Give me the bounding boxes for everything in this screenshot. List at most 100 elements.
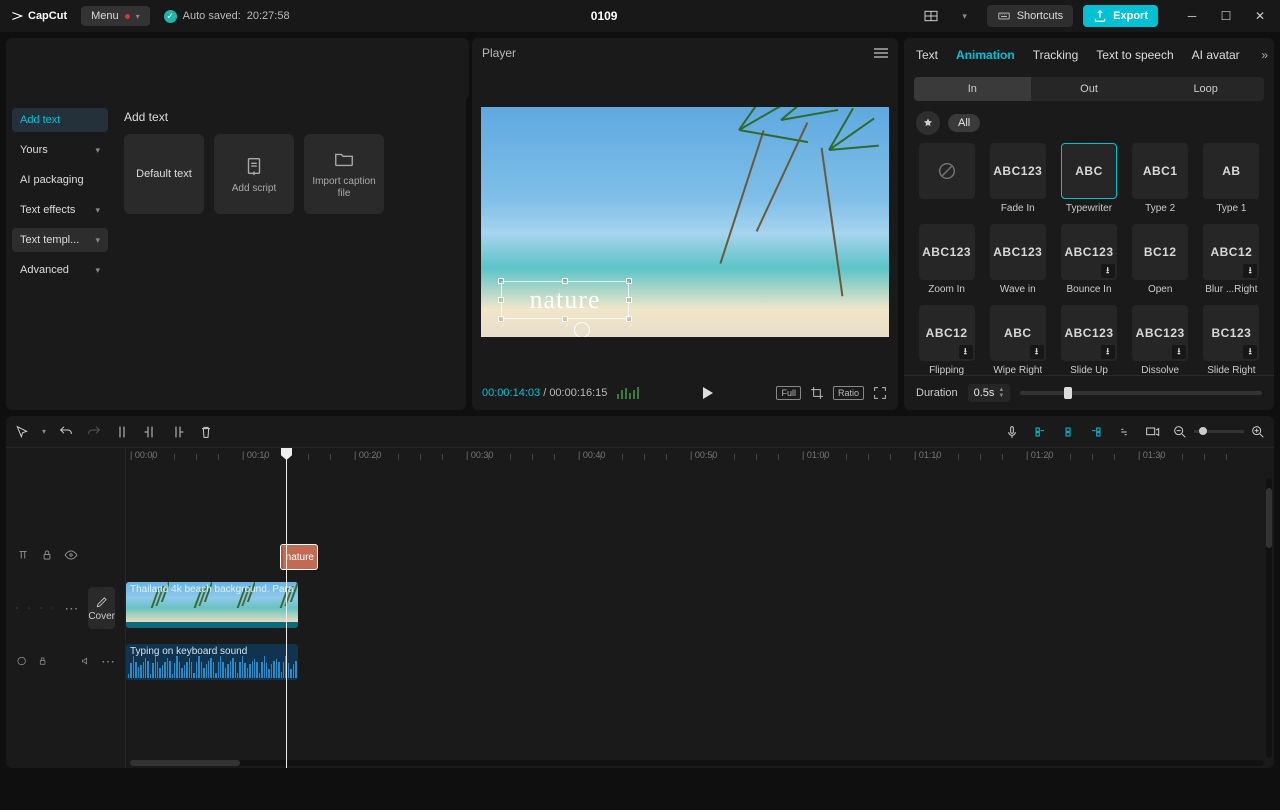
player-menu-icon[interactable]: [874, 48, 888, 58]
preset-thumb[interactable]: ABC1: [1132, 143, 1188, 199]
preset-thumb[interactable]: ABC12⭳: [919, 305, 975, 361]
chevron-down-icon[interactable]: ▾: [42, 427, 46, 436]
ratio-button[interactable]: Ratio: [833, 386, 864, 400]
sidenav-text-effects[interactable]: Text effects▾: [12, 198, 108, 222]
sidenav-add-text[interactable]: Add text: [12, 108, 108, 132]
split-left-icon[interactable]: [142, 424, 158, 440]
magnet-right-icon[interactable]: [1088, 424, 1104, 440]
duration-value[interactable]: 0.5s▲▼: [968, 384, 1011, 402]
preset-fade-in[interactable]: ABC123Fade In: [987, 143, 1048, 214]
lock-icon[interactable]: [37, 654, 48, 668]
preset-thumb[interactable]: ABC123⭳: [1061, 305, 1117, 361]
delete-icon[interactable]: [198, 424, 214, 440]
export-button[interactable]: Export: [1083, 5, 1158, 27]
preset-open[interactable]: BC12Open: [1130, 224, 1191, 295]
preset-wave-in[interactable]: ABC123Wave in: [987, 224, 1048, 295]
rotate-handle-icon[interactable]: [574, 322, 590, 337]
play-button[interactable]: [703, 387, 713, 399]
audio-lane[interactable]: Typing on keyboard sound: [126, 638, 1274, 684]
preset-thumb[interactable]: ABC123: [919, 224, 975, 280]
duration-slider[interactable]: [1020, 391, 1262, 395]
preset-thumb[interactable]: ABC12⭳: [1203, 224, 1259, 280]
itab-animation[interactable]: Animation: [956, 48, 1015, 62]
seg-in[interactable]: In: [914, 77, 1031, 101]
preset-flipping[interactable]: ABC12⭳Flipping: [916, 305, 977, 375]
timeline-tracks[interactable]: | 00:00| 00:10| 00:20| 00:30| 00:40| 00:…: [126, 448, 1274, 768]
preset-zoom-in[interactable]: ABC123Zoom In: [916, 224, 977, 295]
lock-icon[interactable]: [28, 601, 30, 615]
lock-icon[interactable]: [40, 548, 54, 562]
audio-clip[interactable]: Typing on keyboard sound: [126, 644, 298, 680]
cover-button[interactable]: Cover: [88, 587, 115, 629]
shortcuts-button[interactable]: Shortcuts: [987, 5, 1073, 27]
preset-thumb[interactable]: ABC⭳: [990, 305, 1046, 361]
link-track-icon[interactable]: [1116, 424, 1132, 440]
video-lane[interactable]: Thailand 4k beach background. Para: [126, 578, 1274, 638]
download-icon[interactable]: ⭳: [1243, 264, 1257, 278]
zoom-in-icon[interactable]: [1250, 424, 1266, 440]
itab-tts[interactable]: Text to speech: [1096, 48, 1173, 62]
favorites-filter[interactable]: [916, 111, 940, 135]
preset-thumb[interactable]: AB: [1203, 143, 1259, 199]
preset-thumb[interactable]: ABC123: [990, 143, 1046, 199]
seg-loop[interactable]: Loop: [1147, 77, 1264, 101]
preset-thumb[interactable]: ABC123: [990, 224, 1046, 280]
sidenav-yours[interactable]: Yours▾: [12, 138, 108, 162]
download-icon[interactable]: ⭳: [1172, 345, 1186, 359]
preset-type-1[interactable]: ABType 1: [1201, 143, 1262, 214]
text-lane[interactable]: nature: [126, 532, 1274, 578]
magnet-left-icon[interactable]: [1032, 424, 1048, 440]
preview-settings-icon[interactable]: [1144, 424, 1160, 440]
mic-icon[interactable]: [1004, 424, 1020, 440]
inspector-more-icon[interactable]: »: [1261, 48, 1268, 62]
crop-icon[interactable]: [809, 385, 825, 401]
preset-slide-right[interactable]: BC123⭳Slide Right: [1201, 305, 1262, 375]
playhead[interactable]: [286, 448, 287, 768]
horizontal-scrollbar[interactable]: [130, 760, 1264, 766]
chevron-down-icon[interactable]: ▾: [953, 4, 977, 28]
split-right-icon[interactable]: [170, 424, 186, 440]
magnet-center-icon[interactable]: [1060, 424, 1076, 440]
itab-text[interactable]: Text: [916, 48, 938, 62]
maximize-button[interactable]: ☐: [1210, 0, 1242, 32]
menu-button[interactable]: Menu: [81, 6, 150, 26]
redo-icon[interactable]: [86, 424, 102, 440]
track-more-icon[interactable]: ⋯: [64, 600, 78, 617]
preset-thumb[interactable]: ABC123⭳: [1132, 305, 1188, 361]
stepper-icon[interactable]: ▲▼: [998, 387, 1004, 399]
close-button[interactable]: ✕: [1244, 0, 1276, 32]
track-more-icon[interactable]: ⋯: [101, 653, 115, 670]
sidenav-text-templates[interactable]: Text templ...▾: [12, 228, 108, 252]
preset-bounce-in[interactable]: ABC123⭳Bounce In: [1058, 224, 1119, 295]
zoom-slider[interactable]: [1194, 430, 1244, 433]
player-canvas[interactable]: nature: [481, 107, 889, 337]
text-selection-box[interactable]: nature: [501, 281, 629, 319]
preset-thumb[interactable]: ABC: [1061, 143, 1117, 199]
eye-icon[interactable]: [40, 601, 42, 615]
card-add-script[interactable]: Add script: [214, 134, 294, 214]
itab-avatar[interactable]: AI avatar: [1192, 48, 1240, 62]
video-clip[interactable]: Thailand 4k beach background. Para: [126, 582, 298, 628]
document-title[interactable]: 0109: [298, 9, 911, 23]
download-icon[interactable]: ⭳: [1101, 345, 1115, 359]
sidenav-advanced[interactable]: Advanced▾: [12, 258, 108, 282]
mute-icon[interactable]: [52, 601, 54, 615]
preset-thumb[interactable]: [919, 143, 975, 199]
layout-icon[interactable]: [919, 4, 943, 28]
eye-icon[interactable]: [64, 548, 78, 562]
undo-icon[interactable]: [58, 424, 74, 440]
download-icon[interactable]: ⭳: [1101, 264, 1115, 278]
vertical-scrollbar[interactable]: [1266, 478, 1272, 758]
sidenav-ai-packaging[interactable]: AI packaging: [12, 168, 108, 192]
canvas-text[interactable]: nature: [502, 282, 628, 318]
mute-icon[interactable]: [80, 654, 91, 668]
preset-typewriter[interactable]: ABCTypewriter: [1058, 143, 1119, 214]
preset-thumb[interactable]: ABC123⭳: [1061, 224, 1117, 280]
slider-knob[interactable]: [1064, 387, 1072, 399]
filter-all[interactable]: All: [948, 114, 980, 132]
preset-blur-right[interactable]: ABC12⭳Blur ...Right: [1201, 224, 1262, 295]
split-icon[interactable]: [114, 424, 130, 440]
minimize-button[interactable]: ─: [1176, 0, 1208, 32]
card-default-text[interactable]: Default text: [124, 134, 204, 214]
fullscreen-icon[interactable]: [872, 385, 888, 401]
